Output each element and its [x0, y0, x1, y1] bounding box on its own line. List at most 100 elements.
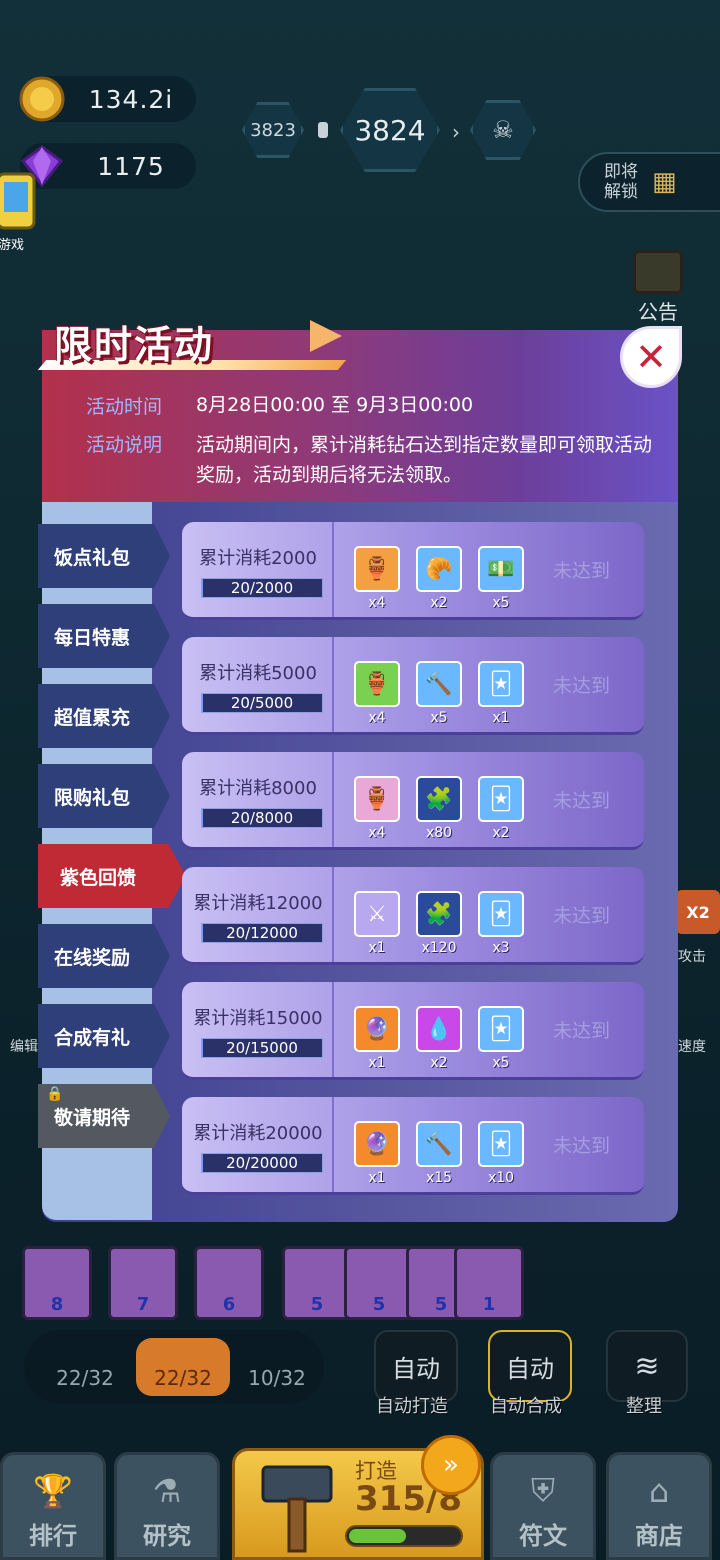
slot-level: 5 [372, 1294, 386, 1315]
unlock-soon-label: 即将 解锁 [604, 162, 638, 202]
unlock-soon-button[interactable]: 即将 解锁 ▦ [578, 152, 720, 212]
reward-item[interactable]: 🃏 x3 [478, 891, 524, 956]
reward-count: x10 [487, 1170, 515, 1186]
progress-fill [202, 1154, 204, 1172]
gem-amount: 1175 [97, 151, 165, 181]
nav-research[interactable]: ⚗ 研究 [114, 1452, 220, 1560]
reward-count: x3 [492, 940, 510, 956]
progress-fill [202, 579, 204, 597]
attack-x2-icon[interactable]: X2 [676, 890, 720, 934]
tab-0[interactable]: 饭点礼包 [38, 524, 170, 588]
reward-count: x5 [492, 1055, 510, 1071]
reward-item[interactable]: 🏺 x4 [354, 661, 400, 726]
tool-tab-cannon[interactable]: 22/32 [38, 1338, 132, 1396]
forge-button[interactable]: 打造 315/8 » [232, 1435, 484, 1560]
merge-slot[interactable]: 7 [108, 1246, 178, 1320]
reward-count: x5 [430, 710, 448, 726]
merge-slot[interactable]: 5 [344, 1246, 414, 1320]
slot-level: 5 [310, 1294, 324, 1315]
reward-count: x80 [425, 825, 453, 841]
tab-4[interactable]: 紫色回馈 [38, 844, 186, 908]
progress-text: 20/8000 [230, 809, 294, 827]
coin-icon [18, 75, 66, 123]
event-time-label: 活动时间 [86, 396, 163, 418]
reward-item[interactable]: 🔨 x5 [416, 661, 462, 726]
tab-6[interactable]: 合成有礼 [38, 1004, 170, 1068]
tab-2[interactable]: 超值累充 [38, 684, 170, 748]
reward-item[interactable]: 🥐 x2 [416, 546, 462, 611]
reward-item[interactable]: 🧩 x80 [416, 776, 462, 841]
notice-button[interactable]: 公告 [630, 250, 686, 325]
bottom-nav: 🏆 排行 ⚗ 研究 打造 315/8 » ⛨ 符文 ⌂ 商店 [0, 1435, 720, 1560]
reward-count: x2 [430, 595, 448, 611]
fast-forward-button[interactable]: » [421, 1435, 481, 1495]
reward-item[interactable]: 🏺 x4 [354, 776, 400, 841]
edit-label: 编辑 [10, 1039, 38, 1055]
reward-item[interactable]: 🏺 x4 [354, 546, 400, 611]
reward-row: 累计消耗2000 20/2000 未达到 🏺 x4 🥐 x2 💵 x5 [182, 522, 644, 620]
map-icon: ▦ [652, 167, 677, 197]
reward-item[interactable]: 💧 x2 [416, 1006, 462, 1071]
reward-count: x4 [368, 710, 386, 726]
winged-card-icon: 🃏 [478, 891, 524, 937]
tool-tab-tower[interactable]: 10/32 [230, 1338, 324, 1396]
merge-slot[interactable]: 1 [454, 1246, 524, 1320]
requirement-label: 累计消耗15000 [193, 1008, 323, 1029]
gem-orb-icon: 🔮 [354, 1121, 400, 1167]
claim-status[interactable]: 未达到 [553, 556, 610, 583]
claim-status[interactable]: 未达到 [553, 1016, 610, 1043]
tab-3[interactable]: 限购礼包 [38, 764, 170, 828]
chest-11-icon: 🏺 [354, 661, 400, 707]
reward-item[interactable]: 🃏 x1 [478, 661, 524, 726]
reward-item[interactable]: 🃏 x2 [478, 776, 524, 841]
progress-bar: 20/2000 [201, 578, 323, 598]
gem-orb-icon: 🔮 [354, 1006, 400, 1052]
nav-research-label: 研究 [143, 1522, 191, 1550]
event-time-row: 活动时间 8月28日00:00 至 9月3日00:00 [86, 392, 473, 419]
nav-shop[interactable]: ⌂ 商店 [606, 1452, 712, 1560]
reward-count: x1 [492, 710, 510, 726]
requirement-cell: 累计消耗20000 20/20000 [182, 1097, 334, 1192]
reward-item[interactable]: 🃏 x10 [478, 1121, 524, 1186]
level-connector [318, 122, 328, 138]
reward-row: 累计消耗12000 20/12000 未达到 ⚔ x1 🧩 x120 🃏 x3 [182, 867, 644, 965]
close-button[interactable]: ✕ [620, 326, 682, 388]
merge-slot[interactable]: 6 [194, 1246, 264, 1320]
tool-tab-hammer[interactable]: 22/32 [136, 1338, 230, 1396]
gem-counter: 1175 [20, 143, 196, 189]
rune-shield-icon: ⛨ [530, 1471, 555, 1509]
tab-5[interactable]: 在线奖励 [38, 924, 170, 988]
reward-item[interactable]: 🧩 x120 [416, 891, 462, 956]
forge-progress-fill [349, 1529, 406, 1543]
attack-label: 攻击 [678, 949, 706, 965]
lock-icon: 🔒 [46, 1086, 64, 1102]
event-desc-value: 活动期间内，累计消耗钻石达到指定数量即可领取活动奖励，活动到期后将无法领取。 [196, 434, 653, 486]
reward-count: x4 [368, 825, 386, 841]
reward-item[interactable]: 🃏 x5 [478, 1006, 524, 1071]
chest-10-icon: 🏺 [354, 546, 400, 592]
merge-slot[interactable]: 8 [22, 1246, 92, 1320]
reward-row: 累计消耗5000 20/5000 未达到 🏺 x4 🔨 x5 🃏 x1 [182, 637, 644, 735]
reward-item[interactable]: 💵 x5 [478, 546, 524, 611]
reward-item[interactable]: 🔨 x15 [416, 1121, 462, 1186]
claim-status[interactable]: 未达到 [553, 1131, 610, 1158]
reward-item[interactable]: ⚔ x1 [354, 891, 400, 956]
reward-count: x1 [368, 1170, 386, 1186]
reward-item[interactable]: 🔮 x1 [354, 1121, 400, 1186]
tab-7[interactable]: 🔒 敬请期待 [38, 1084, 170, 1148]
reward-item[interactable]: 🔮 x1 [354, 1006, 400, 1071]
nav-rank[interactable]: 🏆 排行 [0, 1452, 106, 1560]
nav-rune[interactable]: ⛨ 符文 [490, 1452, 596, 1560]
progress-text: 20/5000 [230, 694, 294, 712]
shop-icon: ⌂ [648, 1472, 670, 1510]
notice-label: 公告 [638, 300, 678, 324]
nav-rank-label: 排行 [29, 1522, 77, 1550]
notice-board-icon [633, 250, 683, 294]
progress-fill [202, 809, 204, 827]
merge-slot[interactable]: 5 [282, 1246, 352, 1320]
claim-status[interactable]: 未达到 [553, 786, 610, 813]
mini-game-button[interactable]: 游戏 [0, 170, 42, 253]
claim-status[interactable]: 未达到 [553, 901, 610, 928]
claim-status[interactable]: 未达到 [553, 671, 610, 698]
tab-1[interactable]: 每日特惠 [38, 604, 170, 668]
